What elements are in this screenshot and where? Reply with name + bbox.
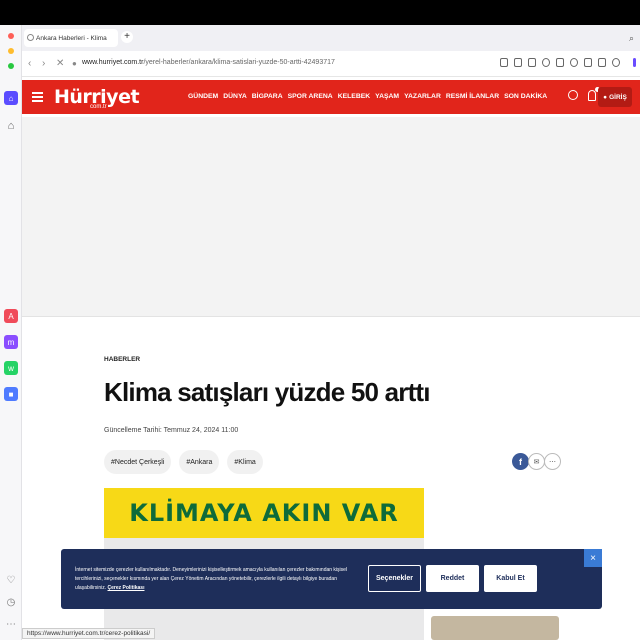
login-button[interactable]: ● GİRİŞ <box>598 87 632 107</box>
tab-active[interactable]: Ankara Haberleri - Klima <box>24 29 118 47</box>
cookie-options-button[interactable]: Seçenekler <box>368 565 421 592</box>
messenger-icon[interactable]: m <box>4 335 18 349</box>
edit-icon[interactable] <box>514 58 522 67</box>
minimize-window-button[interactable] <box>8 48 14 54</box>
lock-icon: ● <box>72 59 77 68</box>
maximize-window-button[interactable] <box>8 63 14 69</box>
article-title: Klima satışları yüzde 50 arttı <box>104 377 431 407</box>
heart-outline-icon[interactable] <box>570 58 578 67</box>
nav-item-yasam[interactable]: YAŞAM <box>375 93 399 100</box>
house-outline-icon[interactable]: ⌂ <box>4 119 18 133</box>
profile-icon[interactable] <box>612 58 620 67</box>
shield-icon[interactable] <box>542 58 550 67</box>
notes-icon[interactable]: ■ <box>4 387 18 401</box>
url-field[interactable]: www.hurriyet.com.tr/yerel-haberler/ankar… <box>82 59 335 66</box>
tag-klima[interactable]: #Klima <box>227 450 263 474</box>
nav-item-resmi-ilanlar[interactable]: RESMİ İLANLAR <box>446 93 499 100</box>
whatsapp-icon[interactable]: w <box>4 361 18 375</box>
menu-icon[interactable] <box>598 58 606 67</box>
browser-sidebar: ⌂ ⌂ A m w ■ ♡ ◷ ⋯ <box>0 25 22 640</box>
forward-icon[interactable]: › <box>42 58 45 69</box>
email-share-icon[interactable]: ✉ <box>528 453 545 470</box>
app-icon[interactable]: A <box>4 309 18 323</box>
more-share-icon[interactable]: ⋯ <box>544 453 561 470</box>
nav-item-gundem[interactable]: GÜNDEM <box>188 93 218 100</box>
nav-item-dunya[interactable]: DÜNYA <box>223 93 247 100</box>
url-domain: www.hurriyet.com.tr <box>82 59 144 66</box>
tag-ankara[interactable]: #Ankara <box>179 450 220 474</box>
site-header: Hürriyet com.tr GÜNDEM DÜNYA BİGPARA SPO… <box>22 80 640 114</box>
facebook-share-icon[interactable]: f <box>512 453 529 470</box>
cookie-close-icon[interactable]: × <box>584 549 602 567</box>
sidebar-thumbnail[interactable] <box>431 616 559 640</box>
article-category[interactable]: HABERLER <box>104 356 140 363</box>
tag-necdet-cerkesli[interactable]: #Necdet Çerkeşli <box>104 450 172 474</box>
new-tab-button[interactable]: + <box>121 31 133 43</box>
cookie-text: İnternet sitemizde çerezler kullanılmakt… <box>75 566 365 593</box>
tab-title: Ankara Haberleri - Klima <box>36 34 107 42</box>
status-url: https://www.hurriyet.com.tr/cerez-politi… <box>22 628 156 639</box>
hamburger-menu-icon[interactable] <box>32 92 43 102</box>
notification-bell-icon[interactable] <box>588 90 596 101</box>
tab-bar: Ankara Haberleri - Klima + ⌕ <box>22 25 640 51</box>
browser-window: ⌂ ⌂ A m w ■ ♡ ◷ ⋯ Ankara Haberleri - Kli… <box>0 25 640 640</box>
nav-item-bigpara[interactable]: BİGPARA <box>252 93 283 100</box>
article-updated-date: Güncelleme Tarihi: Temmuz 24, 2024 11:00 <box>104 427 239 434</box>
cookie-accept-button[interactable]: Kabul Et <box>484 565 537 592</box>
nav-item-kelebek[interactable]: KELEBEK <box>338 93 370 100</box>
hero-headline: KLİMAYA AKIN VAR <box>104 488 424 538</box>
play-icon[interactable] <box>556 58 564 67</box>
tab-search-icon[interactable]: ⌕ <box>629 33 634 44</box>
screenshot-icon[interactable] <box>528 58 536 67</box>
logo-subtext: com.tr <box>90 104 107 110</box>
cookie-policy-link[interactable]: Çerez Politikası <box>108 585 145 591</box>
ad-placeholder <box>22 117 640 317</box>
heart-icon[interactable]: ♡ <box>4 573 18 587</box>
history-icon[interactable]: ◷ <box>4 595 18 609</box>
reader-icon[interactable] <box>500 58 508 67</box>
back-icon[interactable]: ‹ <box>28 58 31 69</box>
sidebar-toggle-icon[interactable] <box>584 58 592 67</box>
url-path: /yerel-haberler/ankara/klima-satislari-y… <box>143 59 335 66</box>
close-window-button[interactable] <box>8 33 14 39</box>
search-icon[interactable] <box>568 90 578 100</box>
cookie-banner: İnternet sitemizde çerezler kullanılmakt… <box>61 549 602 609</box>
user-icon: ● <box>603 93 608 101</box>
cookie-reject-button[interactable]: Reddet <box>426 565 479 592</box>
nav-item-son-dakika[interactable]: SON DAKİKA <box>504 93 547 100</box>
tag-list: #Necdet Çerkeşli #Ankara #Klima <box>104 450 263 474</box>
nav-item-yazarlar[interactable]: YAZARLAR <box>404 93 441 100</box>
main-nav: GÜNDEM DÜNYA BİGPARA SPOR ARENA KELEBEK … <box>188 93 547 100</box>
home-icon[interactable]: ⌂ <box>4 91 18 105</box>
stop-icon[interactable]: ✕ <box>56 58 64 69</box>
more-icon[interactable]: ⋯ <box>4 617 18 631</box>
favicon-icon <box>27 34 34 41</box>
address-bar: ‹ › ✕ ● www.hurriyet.com.tr/yerel-haberl… <box>22 51 640 77</box>
nav-item-spor-arena[interactable]: SPOR ARENA <box>288 93 333 100</box>
login-label: GİRİŞ <box>609 93 627 101</box>
extension-icon[interactable] <box>633 58 636 67</box>
